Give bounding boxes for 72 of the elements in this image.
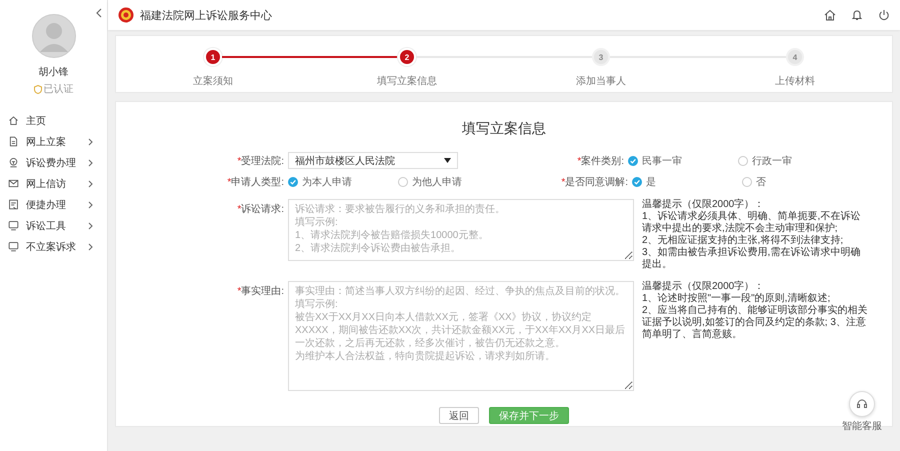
textarea-field[interactable]: 诉讼请求：要求被告履行的义务和承担的责任。 填写示例: 1、请求法院判令被告赔偿损失10000元整。 2、请求法院判令诉讼费由被告承担。 <box>288 199 634 261</box>
radio-label: 为他人申请 <box>412 176 462 189</box>
court-select[interactable]: 福州市鼓楼区人民法院 <box>288 152 458 169</box>
step-number: 3 <box>592 48 610 66</box>
verified-label: 已认证 <box>44 83 74 96</box>
textarea-field[interactable]: 事实理由：简述当事人双方纠纷的起因、经过、争执的焦点及目前的状况。 填写示例: 被告XX于XX月XX日向本人借款XX元，签署《XX》协议，协议约定 XXXXX，期间被告还款XX次，共计还款金额XX元，于XX年XX月XX日最后一次还款，之后再无还款，经多次催讨，被告仍无还款之意。 为维护本人合法权益，特向贵院提起诉讼，请求判如所请。 <box>288 281 634 391</box>
coin-icon <box>8 157 19 168</box>
nav-item[interactable]: 诉讼工具 <box>0 215 107 236</box>
radio-label: 民事一审 <box>642 154 682 168</box>
hint-text: 温馨提示（仅限2000字）： 1、诉讼请求必须具体、明确、简单扼要,不在诉讼请求中提出的要求,法院不会主动审理和保护; 2、无相应证据支持的主张,将得不到法律支持; 3、如需由被告承担诉讼费用,需在诉讼请求中明确提出。 <box>642 199 862 271</box>
field-label: 事实理由: <box>241 286 284 297</box>
radio-label: 是 <box>646 176 656 189</box>
form-icon <box>8 199 19 210</box>
field-label: 案件类别: <box>581 156 624 166</box>
document-icon <box>8 136 19 147</box>
nav-item[interactable]: 网上信访 <box>0 173 107 194</box>
radio-label: 为本人申请 <box>302 176 352 189</box>
collapse-icon[interactable] <box>95 8 103 18</box>
step-number: 4 <box>786 48 804 66</box>
chevron-right-icon <box>88 158 93 166</box>
required-mark: * <box>237 204 242 215</box>
step-label: 立案须知 <box>193 74 233 88</box>
step-label: 上传材料 <box>775 74 815 88</box>
step-label: 填写立案信息 <box>377 74 437 88</box>
envelope-icon <box>8 178 19 189</box>
avatar-silhouette <box>32 14 76 58</box>
nav-item[interactable]: 网上立案 <box>0 131 107 152</box>
radio-button[interactable] <box>742 177 752 187</box>
nav-item[interactable]: 便捷办理 <box>0 194 107 215</box>
field-label: 申请人类型: <box>231 177 284 188</box>
required-mark: * <box>561 177 566 188</box>
bell-icon[interactable] <box>851 9 863 21</box>
radio-button[interactable] <box>738 156 748 166</box>
nav-item[interactable]: 主页 <box>0 110 107 131</box>
form-title: 填写立案信息 <box>461 120 547 138</box>
required-mark: * <box>237 286 242 297</box>
shield-icon <box>34 84 42 94</box>
radio-label: 否 <box>756 176 766 189</box>
back-button[interactable]: 返回 <box>439 407 479 424</box>
caret-icon <box>444 158 451 163</box>
chevron-right-icon <box>88 200 93 208</box>
field-label: 是否同意调解: <box>565 177 628 188</box>
step-number: 1 <box>204 48 222 66</box>
chevron-right-icon <box>88 138 93 146</box>
hint-text: 温馨提示（仅限2000字）： 1、论述时按照"一事一段"的原则,清晰叙述; 2、应当将自己持有的、能够证明该部分事实的相关证据予以说明,如签订的合同及约定的条款; 3、注意简单明了、言简意赅。 <box>642 281 869 341</box>
required-mark: * <box>227 177 232 188</box>
chevron-right-icon <box>88 180 93 188</box>
monitor-icon <box>8 241 19 252</box>
home-icon[interactable] <box>824 9 836 21</box>
app-title: 福建法院网上诉讼服务中心 <box>140 8 273 22</box>
home-icon <box>8 115 19 126</box>
required-mark: * <box>237 156 242 166</box>
step-number: 2 <box>398 48 416 66</box>
nav-item[interactable]: 不立案诉求 <box>0 236 107 257</box>
chevron-right-icon <box>88 242 93 250</box>
step-label: 添加当事人 <box>576 74 626 88</box>
chevron-right-icon <box>88 222 93 230</box>
checked-radio-button[interactable] <box>632 177 642 187</box>
checked-radio-button[interactable] <box>288 177 298 187</box>
monitor-icon <box>8 220 19 231</box>
emblem-logo <box>118 7 134 23</box>
customer-service-label: 智能客服 <box>842 420 882 433</box>
nav-item[interactable]: 诉讼费办理 <box>0 152 107 173</box>
user-name: 胡小锋 <box>38 66 68 79</box>
power-icon[interactable] <box>878 9 890 21</box>
field-label: 受理法院: <box>241 156 284 166</box>
checked-radio-button[interactable] <box>628 156 638 166</box>
required-mark: * <box>577 156 582 166</box>
radio-button[interactable] <box>398 177 408 187</box>
field-label: 诉讼请求: <box>241 204 284 215</box>
headset-icon <box>856 398 868 410</box>
radio-label: 行政一审 <box>752 154 792 168</box>
